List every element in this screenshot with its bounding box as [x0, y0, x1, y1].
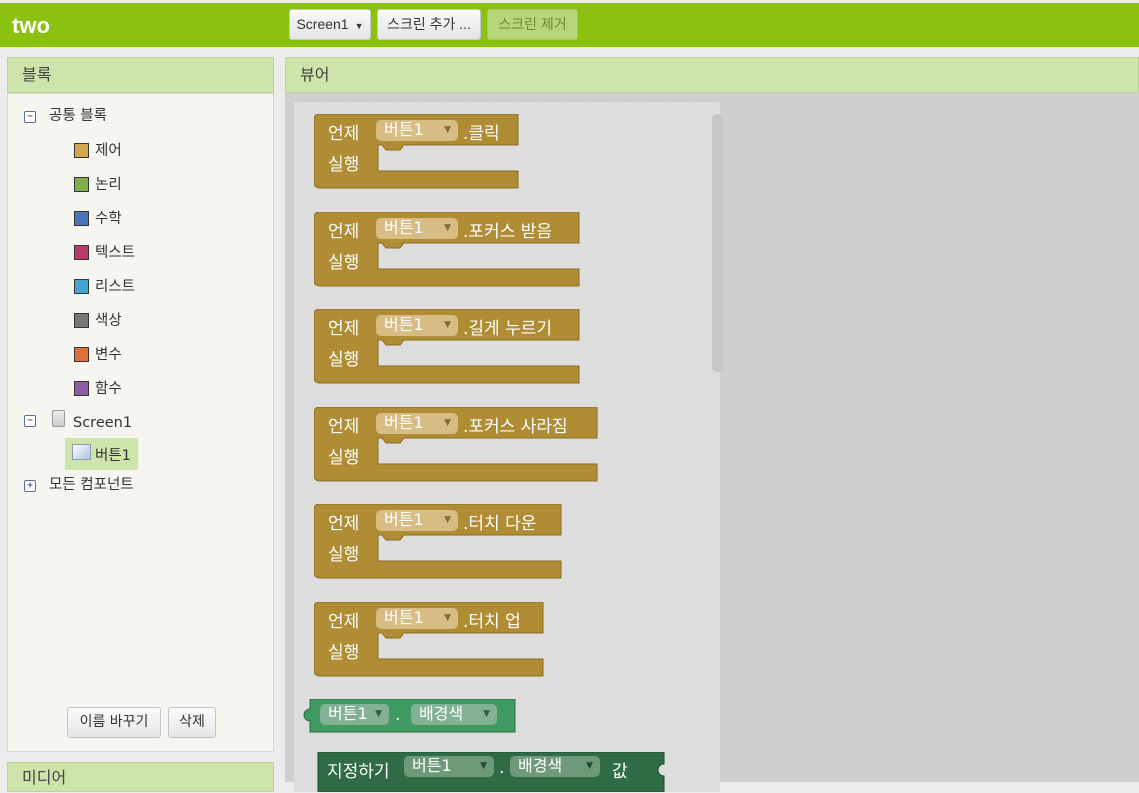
category-swatch-icon — [74, 279, 89, 294]
block-category-item[interactable]: 텍스트 — [95, 242, 135, 264]
dropdown-arrow-icon: ▼ — [354, 21, 364, 31]
event-when-label: 언제 — [328, 514, 360, 534]
getter-component-label: 버튼1 — [328, 704, 368, 723]
add-screen-button[interactable]: 스크린 추가 ... — [377, 9, 481, 40]
viewer-panel-title: 뷰어 — [285, 57, 1139, 93]
event-component-label: 버튼1 — [384, 412, 424, 432]
event-component-dropdown[interactable]: 버튼1 ▼ — [376, 607, 458, 629]
dropdown-arrow-icon: ▼ — [444, 125, 451, 135]
event-do-label: 실행 — [328, 545, 360, 565]
category-swatch-icon — [74, 245, 89, 260]
category-swatch-icon — [74, 211, 89, 226]
category-swatch-icon — [74, 313, 89, 328]
event-when-label: 언제 — [328, 611, 360, 632]
event-component-label: 버튼1 — [384, 510, 424, 529]
expand-icon[interactable]: + — [24, 480, 36, 492]
setter-label: 지정하기 — [327, 762, 390, 782]
dropdown-arrow-icon: ▼ — [444, 417, 451, 428]
event-component-dropdown[interactable]: 버튼1 ▼ — [376, 315, 458, 336]
dropdown-arrow-icon: ▼ — [444, 612, 451, 623]
blocks-flyout: 언제 버튼1 ▼ .클릭 실행 언제 버튼1 ▼ .포커스 받음 실행 언제 버튼1 ▼ .길게 누르기 실… — [294, 102, 723, 792]
screen1-tree-item[interactable]: Screen1 — [73, 412, 132, 434]
category-swatch-icon — [74, 143, 89, 158]
event-component-dropdown[interactable]: 버튼1 ▼ — [376, 510, 458, 531]
setter-property-label: 배경색 — [518, 756, 563, 775]
block-category-item[interactable]: 논리 — [95, 174, 122, 196]
event-name-label: .길게 누르기 — [463, 319, 553, 339]
block-category-item[interactable]: 제어 — [95, 140, 122, 162]
setter-to-label: 값 — [612, 762, 628, 782]
event-component-dropdown[interactable]: 버튼1 ▼ — [376, 120, 458, 141]
builtin-blocks-label[interactable]: 공통 블록 — [49, 105, 107, 127]
setter-property-dropdown[interactable]: 배경색 ▼ — [510, 756, 600, 777]
setter-dot: . — [499, 758, 505, 778]
event-do-label: 실행 — [328, 155, 360, 175]
delete-button[interactable]: 삭제 — [168, 707, 216, 738]
block-category-item[interactable]: 수학 — [95, 208, 122, 230]
getter-component-dropdown[interactable]: 버튼1 ▼ — [320, 704, 389, 725]
getter-property-label: 배경색 — [419, 704, 464, 723]
media-panel-title: 미디어 — [7, 762, 274, 792]
dropdown-arrow-icon: ▼ — [483, 709, 490, 719]
event-component-label: 버튼1 — [384, 217, 424, 237]
event-name-label: .포커스 사라짐 — [463, 416, 568, 437]
dropdown-arrow-icon: ▼ — [444, 222, 451, 233]
rename-button[interactable]: 이름 바꾸기 — [67, 707, 161, 738]
event-do-label: 실행 — [328, 447, 360, 468]
event-name-label: .터치 다운 — [463, 514, 537, 534]
category-swatch-icon — [74, 347, 89, 362]
dropdown-arrow-icon: ▼ — [375, 709, 382, 719]
dropdown-arrow-icon: ▼ — [444, 515, 451, 525]
collapse-icon[interactable]: − — [24, 111, 36, 123]
event-name-label: .클릭 — [463, 124, 500, 144]
event-when-label: 언제 — [328, 319, 360, 339]
screen-icon — [52, 410, 65, 427]
event-component-dropdown[interactable]: 버튼1 ▼ — [376, 412, 458, 434]
collapse-icon[interactable]: − — [24, 415, 36, 427]
event-do-label: 실행 — [328, 252, 360, 273]
event-when-label: 언제 — [328, 221, 360, 242]
button-component-icon — [72, 444, 91, 460]
app-title: two — [12, 13, 50, 38]
getter-property-dropdown[interactable]: 배경색 ▼ — [411, 704, 497, 725]
dropdown-arrow-icon: ▼ — [444, 320, 451, 330]
event-do-label: 실행 — [328, 350, 360, 370]
event-when-label: 언제 — [328, 416, 360, 437]
screen-select-label: Screen1 — [296, 16, 349, 32]
category-swatch-icon — [74, 177, 89, 192]
all-components-label[interactable]: 모든 컴포넌트 — [49, 474, 134, 496]
component-button1-item[interactable]: 버튼1 — [95, 445, 131, 467]
event-component-dropdown[interactable]: 버튼1 ▼ — [376, 217, 458, 239]
dropdown-arrow-icon: ▼ — [586, 761, 593, 771]
top-toolbar: two Screen1 ▼ 스크린 추가 ... 스크린 제거 — [0, 0, 1139, 47]
remove-screen-button[interactable]: 스크린 제거 — [487, 9, 578, 40]
setter-component-label: 버튼1 — [412, 756, 452, 775]
event-when-label: 언제 — [328, 124, 360, 144]
block-category-item[interactable]: 리스트 — [95, 276, 135, 298]
blocks-panel: − 공통 블록 제어논리수학텍스트리스트색상변수함수 − Screen1 버튼1… — [7, 93, 274, 752]
screen-select[interactable]: Screen1 ▼ — [289, 9, 371, 40]
setter-component-dropdown[interactable]: 버튼1 ▼ — [404, 756, 494, 777]
block-category-item[interactable]: 색상 — [95, 310, 122, 332]
event-do-label: 실행 — [328, 642, 360, 663]
blocks-panel-title: 블록 — [7, 57, 274, 93]
category-swatch-icon — [74, 381, 89, 396]
block-category-item[interactable]: 함수 — [95, 378, 122, 400]
blocks-workspace[interactable]: 언제 버튼1 ▼ .클릭 실행 언제 버튼1 ▼ .포커스 받음 실행 언제 버튼1 ▼ .길게 누르기 실… — [285, 93, 1139, 792]
flyout-scrollbar[interactable] — [712, 114, 723, 372]
dropdown-arrow-icon: ▼ — [480, 761, 487, 771]
block-category-item[interactable]: 변수 — [95, 344, 122, 366]
event-component-label: 버튼1 — [384, 315, 424, 334]
event-name-label: .터치 업 — [463, 611, 521, 632]
event-component-label: 버튼1 — [384, 607, 424, 627]
event-component-label: 버튼1 — [384, 120, 424, 139]
event-name-label: .포커스 받음 — [463, 221, 553, 242]
getter-dot: . — [395, 705, 401, 725]
